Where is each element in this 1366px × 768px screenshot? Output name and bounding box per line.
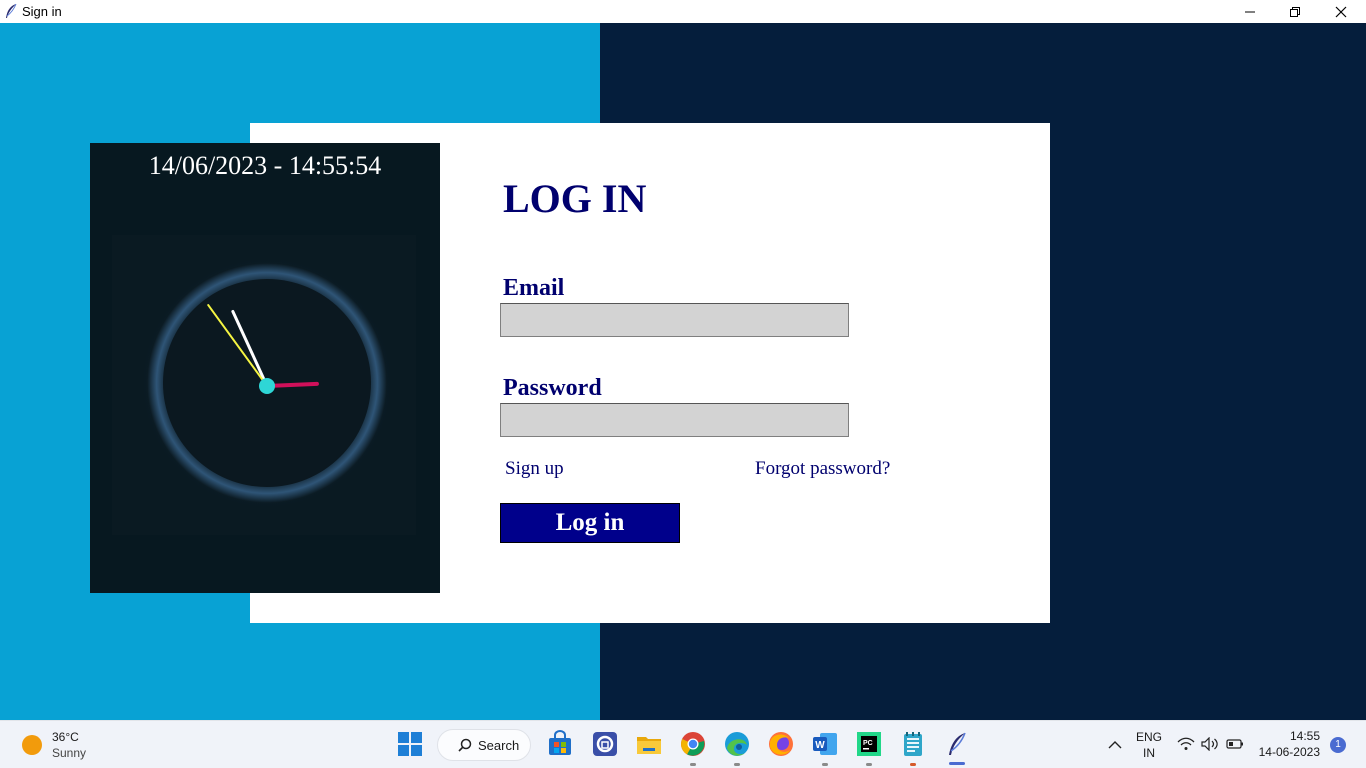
language-region[interactable]: IN — [1134, 746, 1164, 760]
battery-icon[interactable] — [1226, 738, 1244, 750]
email-label: Email — [503, 275, 565, 301]
edge-icon[interactable] — [723, 730, 751, 758]
sign-up-link[interactable]: Sign up — [505, 458, 564, 480]
minimize-icon — [1245, 11, 1255, 12]
svg-text:W: W — [815, 740, 825, 751]
clock-datetime: 14/06/2023 - 14:55:54 — [148, 151, 382, 180]
page-title: LOG IN — [503, 176, 647, 221]
clock-panel: 14/06/2023 - 14:55:54 — [90, 143, 440, 593]
close-button[interactable] — [1318, 0, 1364, 23]
weather-temperature[interactable]: 36°C — [52, 730, 79, 744]
title-bar: Sign in — [0, 0, 1366, 23]
sun-icon[interactable] — [22, 735, 42, 755]
password-label: Password — [503, 375, 602, 401]
start-icon[interactable] — [396, 730, 424, 758]
file-explorer-icon[interactable] — [635, 730, 663, 758]
edge-running-indicator — [734, 763, 740, 766]
language-indicator[interactable]: ENG — [1134, 730, 1164, 744]
feather-icon — [6, 3, 17, 18]
email-field[interactable] — [500, 303, 849, 337]
window-title: Sign in — [22, 4, 62, 19]
firefox-icon[interactable] — [767, 730, 795, 758]
taskbar-search[interactable]: Search — [437, 729, 531, 761]
restore-button[interactable] — [1272, 0, 1318, 23]
chrome-running-indicator — [690, 763, 696, 766]
forgot-password-link[interactable]: Forgot password? — [755, 458, 890, 480]
clock-time[interactable]: 14:55 — [1270, 729, 1320, 743]
clock-date[interactable]: 14-06-2023 — [1250, 745, 1320, 759]
app-icon[interactable] — [591, 730, 619, 758]
word-running-indicator — [822, 763, 828, 766]
weather-condition[interactable]: Sunny — [52, 746, 86, 760]
analog-clock — [112, 235, 416, 535]
feather-app-active-indicator — [949, 762, 965, 765]
log-in-button[interactable]: Log in — [500, 503, 680, 543]
notepad-icon[interactable] — [899, 730, 927, 758]
wifi-icon[interactable] — [1177, 737, 1195, 751]
minimize-button[interactable] — [1227, 0, 1273, 23]
pycharm-running-indicator — [866, 763, 872, 766]
window-content: 14/06/2023 - 14:55:54 LOG IN Email Passw… — [0, 23, 1366, 720]
clock-center-dot — [259, 378, 275, 394]
notification-badge[interactable]: 1 — [1330, 737, 1346, 753]
notepad-running-indicator — [910, 763, 916, 766]
chrome-icon[interactable] — [679, 730, 707, 758]
feather-app-icon[interactable] — [943, 730, 971, 758]
search-icon — [458, 738, 472, 752]
word-icon[interactable]: W — [811, 730, 839, 758]
volume-icon[interactable] — [1201, 737, 1219, 751]
svg-text:PC: PC — [863, 740, 873, 747]
chevron-up-icon[interactable] — [1108, 740, 1122, 750]
restore-icon — [1290, 6, 1300, 17]
search-label: Search — [478, 738, 520, 753]
pycharm-icon[interactable]: PC — [855, 730, 883, 758]
taskbar: 36°C Sunny Search W PC ENG IN 14:55 14-0… — [0, 720, 1366, 768]
password-field[interactable] — [500, 403, 849, 437]
close-icon — [1335, 6, 1347, 17]
store-icon[interactable] — [546, 730, 574, 758]
